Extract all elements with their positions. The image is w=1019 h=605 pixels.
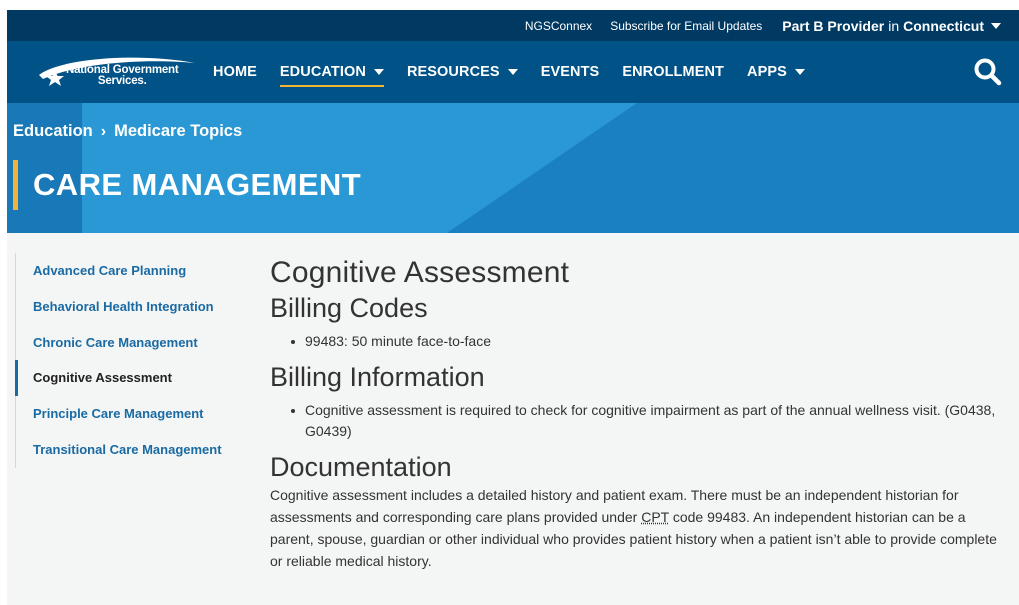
ngsconnex-link[interactable]: NGSConnex: [525, 19, 592, 33]
sidebar-item-behavioral-health-integration[interactable]: Behavioral Health Integration: [16, 289, 235, 325]
nav-events-label: EVENTS: [540, 64, 600, 80]
provider-in-text: in: [888, 17, 900, 34]
sidebar-item-principle-care-management[interactable]: Principle Care Management: [16, 396, 235, 432]
nav-enrollment-label: ENROLLMENT: [622, 64, 724, 80]
sidebar-item-transitional-care-management[interactable]: Transitional Care Management: [16, 432, 235, 468]
sidebar-item-chronic-care-management[interactable]: Chronic Care Management: [16, 325, 235, 361]
nav-resources[interactable]: RESOURCES: [407, 41, 518, 103]
nav-education-label: EDUCATION: [279, 64, 366, 80]
cpt-abbreviation: CPT: [641, 509, 669, 525]
nav-apps-label: APPS: [747, 64, 787, 80]
documentation-paragraph: Cognitive assessment includes a detailed…: [270, 484, 1005, 572]
chevron-down-icon: [373, 69, 384, 75]
documentation-heading: Documentation: [270, 452, 452, 482]
breadcrumb: Education › Medicare Topics: [13, 122, 242, 141]
sidebar-nav: Advanced Care Planning Behavioral Health…: [15, 253, 235, 468]
billing-codes-heading: Billing Codes: [270, 293, 428, 323]
logo-text: National Government Services.: [66, 64, 179, 87]
list-item: Cognitive assessment is required to chec…: [288, 400, 1005, 442]
breadcrumb-medicare-topics[interactable]: Medicare Topics: [114, 122, 242, 141]
breadcrumb-separator: ›: [100, 122, 107, 140]
page-title-block: CARE MANAGEMENT: [13, 160, 361, 210]
content-area: Advanced Care Planning Behavioral Health…: [7, 233, 1019, 605]
ngs-logo[interactable]: National Government Services.: [33, 55, 198, 91]
page-title: CARE MANAGEMENT: [33, 167, 362, 202]
sidebar-item-advanced-care-planning[interactable]: Advanced Care Planning: [16, 253, 235, 289]
main-content: Cognitive Assessment Billing Codes 99483…: [270, 255, 1005, 572]
billing-information-heading: Billing Information: [270, 362, 485, 392]
nav-resources-label: RESOURCES: [406, 64, 500, 80]
nav-education[interactable]: EDUCATION: [279, 41, 384, 103]
nav-items: HOME EDUCATION RESOURCES EVENTS ENROLLME…: [213, 41, 828, 103]
sidebar-item-cognitive-assessment[interactable]: Cognitive Assessment: [15, 360, 235, 396]
billing-codes-list: 99483: 50 minute face-to-face: [288, 331, 1005, 352]
chevron-down-icon: [991, 22, 1001, 29]
search-button[interactable]: [973, 57, 1003, 87]
billing-information-list: Cognitive assessment is required to chec…: [288, 400, 1005, 442]
main-navigation: National Government Services. HOME EDUCA…: [7, 41, 1019, 103]
nav-enrollment[interactable]: ENROLLMENT: [622, 41, 724, 103]
nav-home-label: HOME: [213, 64, 257, 80]
chevron-down-icon: [794, 69, 805, 75]
hero-banner: Education › Medicare Topics CARE MANAGEM…: [7, 103, 1019, 233]
search-icon: [974, 58, 1002, 86]
provider-selector[interactable]: Part B Provider in Connecticut: [782, 18, 1001, 34]
breadcrumb-education[interactable]: Education: [13, 122, 93, 141]
logo-line-2: Services.: [97, 75, 147, 87]
page-frame: NGSConnex Subscribe for Email Updates Pa…: [7, 10, 1019, 605]
list-item: 99483: 50 minute face-to-face: [288, 331, 1005, 352]
nav-events[interactable]: EVENTS: [541, 41, 600, 103]
nav-apps[interactable]: APPS: [747, 41, 805, 103]
subscribe-email-link[interactable]: Subscribe for Email Updates: [610, 19, 762, 33]
nav-home[interactable]: HOME: [213, 41, 257, 103]
provider-type: Part B Provider: [782, 17, 885, 34]
chevron-down-icon: [507, 69, 518, 75]
article-title: Cognitive Assessment: [270, 256, 570, 289]
provider-state: Connecticut: [903, 17, 984, 34]
utility-bar: NGSConnex Subscribe for Email Updates Pa…: [7, 10, 1019, 41]
